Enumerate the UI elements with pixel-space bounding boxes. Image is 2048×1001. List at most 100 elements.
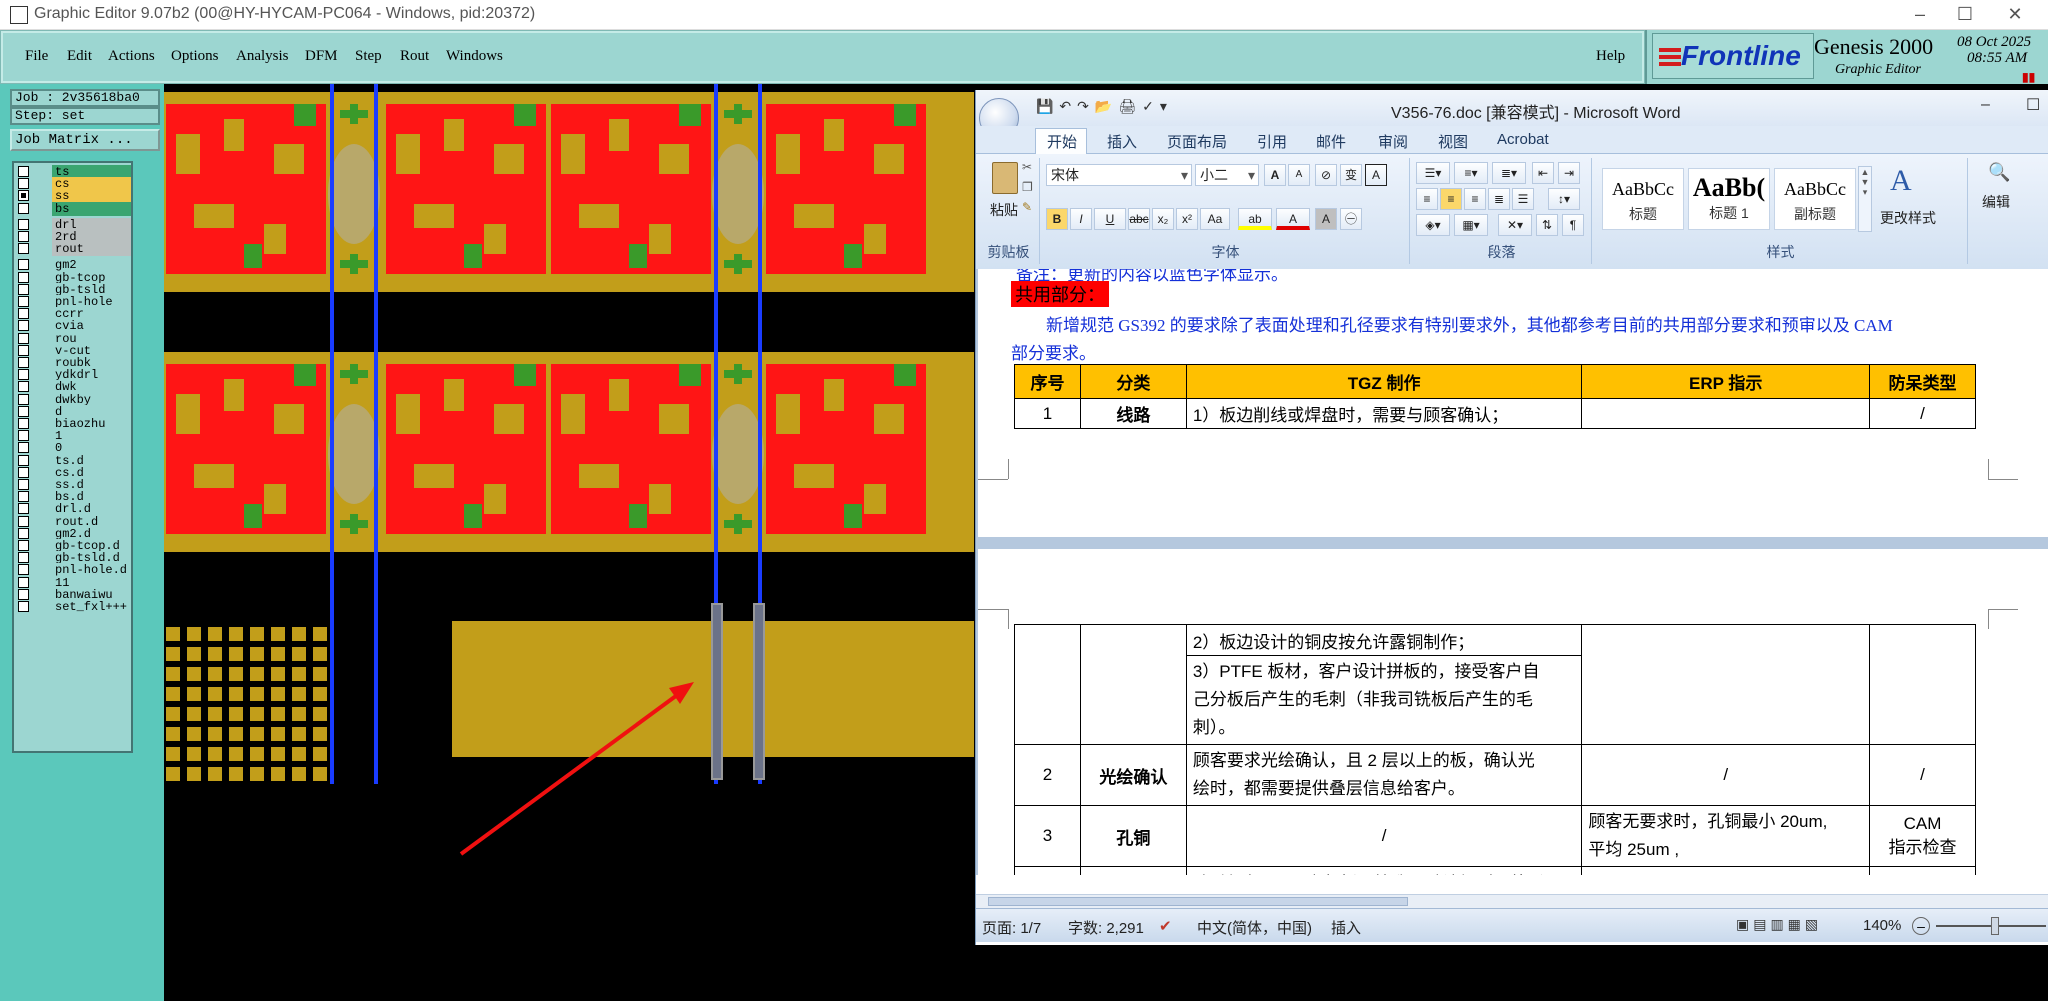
layer-checkbox[interactable] <box>18 588 29 600</box>
numbering-button[interactable]: ≡▾ <box>1454 162 1488 184</box>
maximize-button[interactable]: ☐ <box>1945 3 1985 27</box>
layer-checkbox[interactable] <box>18 442 29 454</box>
superscript-button[interactable]: x² <box>1176 208 1198 230</box>
horizontal-scrollbar[interactable] <box>976 894 2048 908</box>
style-subtitle[interactable]: AaBbCc 副标题 <box>1774 168 1856 230</box>
job-matrix-button[interactable]: Job Matrix ... <box>10 129 160 151</box>
layer-checkbox[interactable] <box>18 381 29 393</box>
paste-button[interactable]: 粘贴 <box>990 200 1018 220</box>
layer-checkbox[interactable] <box>18 552 29 564</box>
layer-checkbox[interactable] <box>18 503 29 515</box>
layer-checkbox[interactable] <box>18 491 29 503</box>
language-indicator[interactable]: 中文(简体，中国) <box>1197 917 1312 938</box>
layer-checkbox[interactable] <box>18 320 29 332</box>
paste-icon[interactable] <box>992 162 1018 194</box>
copy-icon[interactable]: ❐ <box>1022 180 1033 194</box>
cut-icon[interactable]: ✂ <box>1022 160 1032 174</box>
enclose-char-button[interactable]: ㊀ <box>1340 208 1362 230</box>
zoom-out-button[interactable]: – <box>1912 917 1930 935</box>
layer-checkbox[interactable] <box>18 271 29 283</box>
menu-edit[interactable]: Edit <box>67 48 92 65</box>
layer-checkbox[interactable] <box>18 231 29 242</box>
change-styles-icon[interactable]: A <box>1890 164 1912 198</box>
sort-button[interactable]: ⇅ <box>1536 214 1558 236</box>
strikethrough-button[interactable]: abc <box>1128 208 1150 230</box>
format-painter-icon[interactable]: ✎ <box>1022 200 1032 214</box>
tab-acrobat[interactable]: Acrobat <box>1497 131 1549 148</box>
layer-checkbox[interactable] <box>18 369 29 381</box>
layer-checkbox[interactable] <box>18 430 29 442</box>
layer-checkbox[interactable] <box>18 166 29 177</box>
style-title[interactable]: AaBbCc 标题 <box>1602 168 1684 230</box>
align-center-button[interactable]: ≡ <box>1440 188 1462 210</box>
layer-checkbox[interactable] <box>18 190 29 202</box>
tab-view[interactable]: 视图 <box>1438 131 1468 152</box>
borders-button[interactable]: ▦▾ <box>1454 214 1488 236</box>
align-left-button[interactable]: ≡ <box>1416 188 1438 210</box>
layer-checkbox[interactable] <box>18 243 29 255</box>
subscript-button[interactable]: x₂ <box>1152 208 1174 230</box>
zoom-level[interactable]: 140% <box>1863 917 1901 934</box>
insert-mode[interactable]: 插入 <box>1331 917 1361 938</box>
layer-checkbox[interactable] <box>18 564 29 576</box>
line-spacing-button[interactable]: ↕▾ <box>1548 188 1580 210</box>
layer-checkbox[interactable] <box>18 283 29 295</box>
view-buttons[interactable]: ▣▤▥▦▧ <box>1736 916 1848 936</box>
char-border-button[interactable]: A <box>1365 164 1387 186</box>
layer-checkbox[interactable] <box>18 576 29 588</box>
layer-checkbox[interactable] <box>18 540 29 551</box>
edit-button[interactable]: 编辑 <box>1982 192 2010 212</box>
layer-checkbox[interactable] <box>18 479 29 490</box>
layer-row-rout[interactable]: rout <box>16 242 131 257</box>
layer-checkbox[interactable] <box>18 466 29 478</box>
font-color-button[interactable]: A <box>1276 208 1310 230</box>
layer-checkbox[interactable] <box>18 202 29 214</box>
grow-font-button[interactable]: A <box>1264 164 1286 186</box>
justify-button[interactable]: ≣ <box>1488 188 1510 210</box>
show-marks-button[interactable]: ¶ <box>1562 214 1584 236</box>
zoom-slider-thumb[interactable] <box>1991 917 1999 935</box>
layer-name[interactable]: bs <box>52 201 131 216</box>
layer-checkbox[interactable] <box>18 418 29 429</box>
change-styles-button[interactable]: 更改样式 <box>1880 208 1936 228</box>
menu-help[interactable]: Help <box>1596 48 1625 65</box>
find-icon[interactable]: 🔍 <box>1988 162 2010 183</box>
distributed-button[interactable]: ☰ <box>1512 188 1534 210</box>
increase-indent-button[interactable]: ⇥ <box>1558 162 1580 184</box>
menu-rout[interactable]: Rout <box>400 48 429 65</box>
shading-button[interactable]: ◈▾ <box>1416 214 1450 236</box>
change-case-button[interactable]: Aa <box>1200 208 1230 230</box>
phonetic-button[interactable]: 变 <box>1340 164 1362 186</box>
layer-name[interactable]: set_fxl+++ <box>52 600 131 614</box>
tab-page-layout[interactable]: 页面布局 <box>1167 131 1227 152</box>
layer-checkbox[interactable] <box>18 454 29 466</box>
tab-review[interactable]: 审阅 <box>1378 131 1408 152</box>
shrink-font-button[interactable]: A <box>1288 164 1310 186</box>
menu-step[interactable]: Step <box>355 48 382 65</box>
bullets-button[interactable]: ☰▾ <box>1416 162 1450 184</box>
highlight-button[interactable]: ab <box>1238 208 1272 230</box>
menu-file[interactable]: File <box>25 48 48 65</box>
word-maximize-button[interactable]: ☐ <box>2026 95 2040 115</box>
clear-format-button[interactable]: ⊘ <box>1315 164 1337 186</box>
tab-insert[interactable]: 插入 <box>1107 131 1137 152</box>
menu-windows[interactable]: Windows <box>446 48 503 65</box>
font-name-select[interactable]: 宋体 ▾ <box>1046 164 1192 186</box>
multilevel-list-button[interactable]: ≣▾ <box>1492 162 1526 184</box>
layer-checkbox[interactable] <box>18 296 29 307</box>
layer-checkbox[interactable] <box>18 332 29 344</box>
graphic-canvas[interactable] <box>164 84 974 1001</box>
style-heading-1[interactable]: AaBb( 标题 1 <box>1688 168 1770 230</box>
layer-checkbox[interactable] <box>18 357 29 368</box>
layer-checkbox[interactable] <box>18 178 29 190</box>
layer-row-bs[interactable]: bs <box>16 201 131 216</box>
tab-mailings[interactable]: 邮件 <box>1316 131 1346 152</box>
proofing-icon[interactable]: ✔ <box>1159 917 1172 935</box>
layer-checkbox[interactable] <box>18 259 29 271</box>
menu-dfm[interactable]: DFM <box>305 48 338 65</box>
layer-checkbox[interactable] <box>18 393 29 405</box>
tab-home[interactable]: 开始 <box>1047 131 1077 152</box>
layer-checkbox[interactable] <box>18 218 29 230</box>
underline-button[interactable]: U <box>1094 208 1126 230</box>
document-area[interactable]: 备注：更新的内容以蓝色字体显示。 共用部分： 新增规范 GS392 的要求除了表… <box>976 269 2048 875</box>
